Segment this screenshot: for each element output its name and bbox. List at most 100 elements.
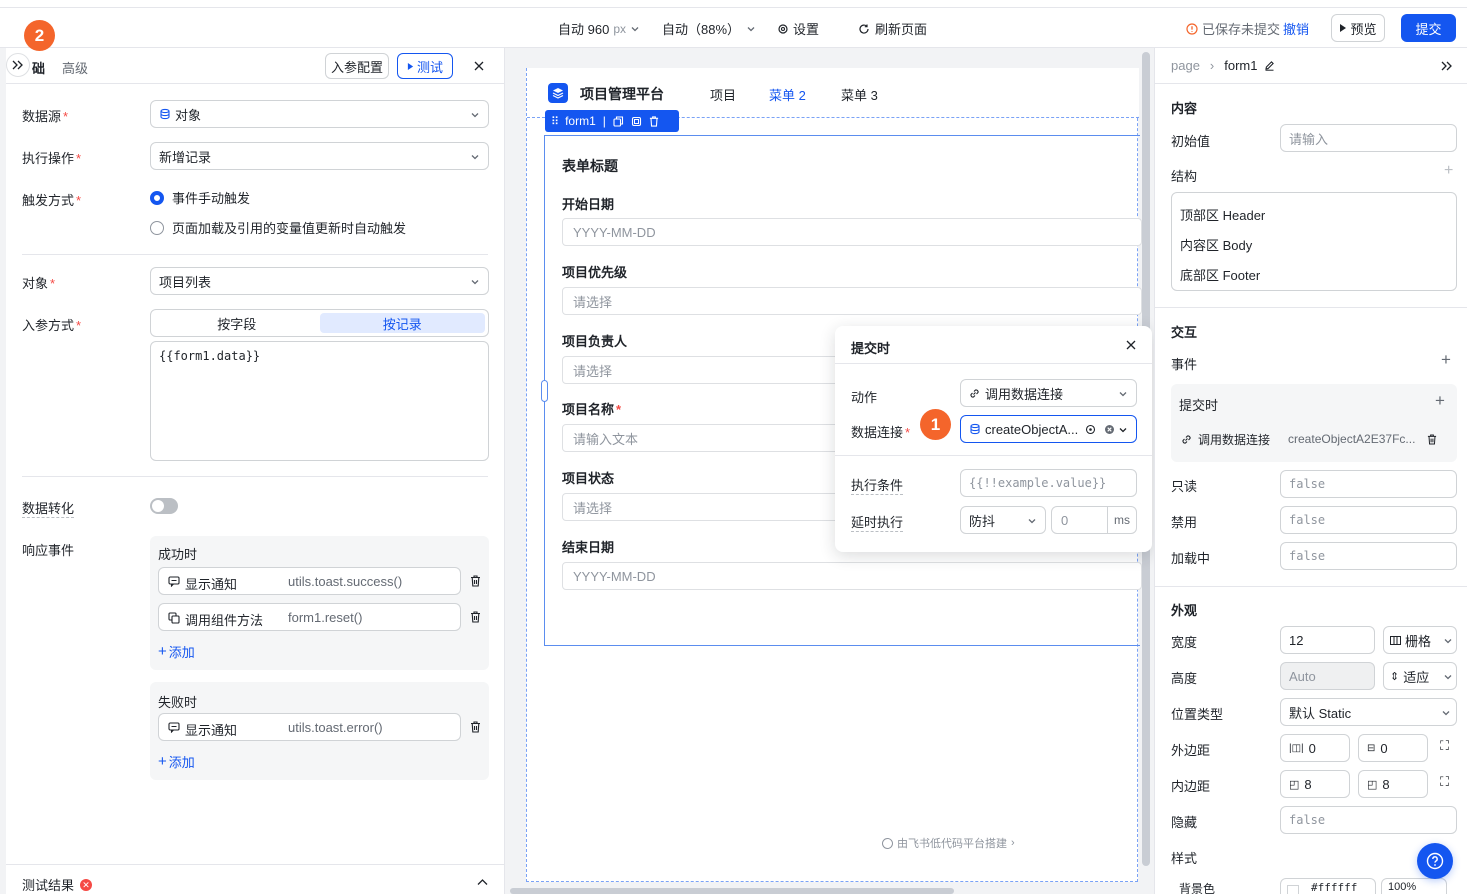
param-code: {{form1.data}} [159, 349, 261, 363]
seg-by-record[interactable]: 按记录 [319, 313, 485, 333]
start-date-input[interactable]: YYYY-MM-DD [562, 218, 1142, 246]
clear-icon[interactable] [1104, 424, 1115, 435]
horizontal-scrollbar[interactable] [510, 888, 954, 894]
conn-select[interactable]: createObjectA... [960, 415, 1137, 443]
trash-icon[interactable] [649, 115, 659, 127]
trigger-manual-radio[interactable]: 事件手动触发 [150, 188, 250, 207]
position-value: 默认 Static [1289, 705, 1352, 721]
copy-icon[interactable] [613, 115, 624, 127]
target-icon[interactable] [1085, 424, 1096, 435]
submit-button[interactable]: 提交 [1401, 14, 1456, 42]
fail-event-0[interactable]: 显示通知 utils.toast.error() [158, 713, 461, 741]
width-input[interactable]: 12 [1280, 626, 1375, 654]
tab-basic[interactable]: 础 [32, 58, 45, 77]
chevron-down-icon [1119, 428, 1127, 433]
priority-select[interactable]: 请选择 [562, 287, 1142, 315]
expand-padding-icon[interactable]: ⛶ [1440, 774, 1449, 790]
event-value: utils.toast.success() [288, 574, 403, 589]
padding-v-input[interactable]: ◰ 8 [1358, 770, 1428, 798]
delay-mode-select[interactable]: 防抖 [960, 506, 1046, 534]
app-title: 项目管理平台 [580, 86, 664, 102]
hidden-input[interactable]: false [1280, 806, 1457, 834]
test-result-header[interactable]: 测试结果 ✕ [22, 875, 93, 894]
nav-item-2[interactable]: 菜单 3 [841, 85, 878, 104]
zoom-value: 自动（88%） [662, 22, 741, 37]
trigger-manual-label: 事件手动触发 [172, 191, 251, 206]
test-button[interactable]: 测试 [397, 53, 453, 79]
structure-item-footer[interactable]: 底部区 Footer [1180, 265, 1260, 284]
nav-item-1[interactable]: 菜单 2 [769, 85, 806, 104]
tab-advanced[interactable]: 高级 [62, 58, 88, 77]
param-config-button[interactable]: 入参配置 [325, 53, 389, 79]
width-mode-value: 栅格 [1405, 633, 1432, 649]
close-icon[interactable] [473, 60, 485, 72]
collapse-panel-icon[interactable] [1441, 61, 1453, 71]
disabled-input[interactable]: false [1280, 506, 1457, 534]
initial-input[interactable]: 请输入 [1280, 124, 1457, 152]
content-section-title: 内容 [1171, 101, 1198, 116]
preview-button[interactable]: 预览 [1331, 14, 1385, 42]
trash-icon[interactable] [470, 721, 481, 733]
success-event-0[interactable]: 显示通知 utils.toast.success() [158, 567, 461, 595]
trash-icon[interactable] [1427, 433, 1437, 445]
loading-input[interactable]: false [1280, 542, 1457, 570]
trash-icon[interactable] [470, 611, 481, 623]
expand-panel-button[interactable] [6, 53, 30, 77]
object-select[interactable]: 项目列表 [150, 267, 489, 295]
chevron-up-icon[interactable] [477, 878, 488, 886]
height-mode-select[interactable]: ⇕ 适应 [1383, 662, 1457, 690]
cond-input[interactable]: {{!!example.value}} [960, 469, 1137, 497]
padding-h-input[interactable]: ◰ 8 [1280, 770, 1350, 798]
event-action-row[interactable]: 调用数据连接 createObjectA2E37Fc... [1171, 424, 1457, 454]
param-code-editor[interactable]: {{form1.data}} [150, 341, 489, 461]
add-action-icon[interactable]: + [1435, 391, 1445, 411]
trigger-auto-radio[interactable]: 页面加载及引用的变量值更新时自动触发 [150, 218, 406, 237]
duplicate-icon[interactable] [631, 116, 642, 127]
operation-select[interactable]: 新增记录 [150, 142, 489, 170]
add-event-icon[interactable]: + [1441, 350, 1451, 370]
height-value: Auto [1289, 668, 1316, 684]
field-label: 项目负责人 [562, 334, 628, 349]
fail-add-button[interactable]: + 添加 [158, 752, 195, 771]
form-tag-label: form1 [565, 114, 596, 128]
position-select[interactable]: 默认 Static [1280, 698, 1457, 726]
play-icon [407, 62, 414, 70]
edit-icon[interactable] [1264, 60, 1275, 71]
width-mode-dropdown[interactable]: 自动 960 px [558, 19, 640, 38]
seg-by-field[interactable]: 按字段 [154, 313, 320, 333]
nav-item-0[interactable]: 项目 [710, 85, 736, 104]
plus-icon[interactable]: + [1444, 162, 1453, 180]
width-mode-select[interactable]: 栅格 [1383, 626, 1457, 654]
margin-v-input[interactable]: ⊟ 0 [1358, 734, 1428, 762]
help-button[interactable] [1417, 843, 1453, 879]
margin-h-input[interactable]: |◫| 0 [1280, 734, 1350, 762]
form-selection-tag[interactable]: ⠿ form1 | [545, 110, 679, 132]
message-icon [168, 722, 180, 733]
end-date-input[interactable]: YYYY-MM-DD [562, 562, 1142, 590]
structure-item-header[interactable]: 顶部区 Header [1180, 205, 1265, 224]
bg-color-input[interactable]: #ffffff [1280, 878, 1376, 894]
success-event-1[interactable]: 调用组件方法 form1.reset() [158, 603, 461, 631]
refresh-button[interactable]: 刷新页面 [858, 19, 927, 38]
builder-footer[interactable]: 由飞书低代码平台搭建 › [882, 835, 1015, 851]
width-mode-value: 自动 960 [558, 22, 610, 37]
drag-handle-icon[interactable]: ⠿ [551, 115, 559, 128]
close-icon[interactable] [1125, 339, 1137, 351]
datasource-select[interactable]: 对象 [150, 100, 489, 128]
structure-item-body[interactable]: 内容区 Body [1180, 235, 1252, 254]
readonly-input[interactable]: false [1280, 470, 1457, 498]
action-select[interactable]: 调用数据连接 [960, 379, 1137, 407]
expand-margin-icon[interactable]: ⛶ [1440, 738, 1449, 754]
trash-icon[interactable] [470, 575, 481, 587]
delay-input[interactable]: 0 ms [1051, 506, 1137, 534]
bg-opacity-input[interactable]: 100% [1381, 878, 1447, 894]
undo-link[interactable]: 撤销 [1283, 19, 1309, 38]
event-value: utils.toast.error() [288, 720, 383, 735]
success-add-button[interactable]: + 添加 [158, 642, 195, 661]
transform-toggle[interactable] [150, 498, 178, 514]
breadcrumb-root[interactable]: page [1171, 58, 1200, 73]
settings-button[interactable]: 设置 [777, 19, 819, 38]
resize-handle[interactable] [541, 380, 548, 402]
divider [835, 363, 1152, 364]
zoom-dropdown[interactable]: 自动（88%） [662, 19, 756, 38]
